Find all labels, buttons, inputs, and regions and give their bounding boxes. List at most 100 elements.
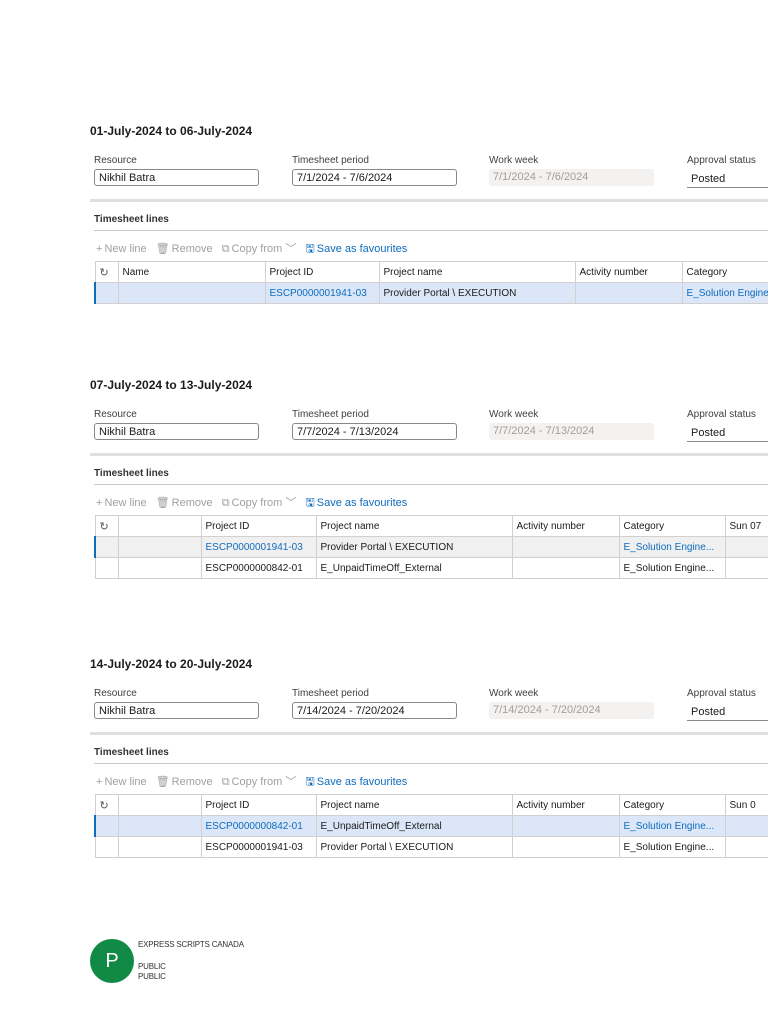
- column-header[interactable]: Activity number: [574, 261, 683, 283]
- table-row[interactable]: ESCP0000001941-03 Provider Portal \ EXEC…: [94, 836, 768, 858]
- refresh-icon[interactable]: ↻: [100, 800, 109, 812]
- row-selector[interactable]: [94, 557, 119, 579]
- refresh-icon[interactable]: ↻: [100, 267, 109, 279]
- timesheet-period-input[interactable]: 7/1/2024 - 7/6/2024: [292, 169, 457, 186]
- column-header[interactable]: Sun 0: [724, 794, 768, 816]
- column-header[interactable]: Project name: [315, 515, 513, 537]
- remove-button[interactable]: 🗑 Remove: [156, 242, 213, 255]
- new-line-button[interactable]: + New line: [96, 243, 147, 255]
- name-cell[interactable]: [117, 536, 202, 558]
- project-name-cell[interactable]: E_UnpaidTimeOff_External: [315, 815, 513, 837]
- remove-button[interactable]: 🗑 Remove: [156, 496, 213, 509]
- activity-number-cell[interactable]: [511, 836, 620, 858]
- save-as-favourites-button[interactable]: 🖫 Save as favourites: [305, 494, 407, 513]
- project-name-cell[interactable]: Provider Portal \ EXECUTION: [315, 536, 513, 558]
- timesheet-lines-title: Timesheet lines: [94, 468, 169, 479]
- table-row[interactable]: ESCP0000001941-03 Provider Portal \ EXEC…: [94, 536, 768, 558]
- column-header[interactable]: Project name: [378, 261, 576, 283]
- save-as-favourites-button[interactable]: 🖫 Save as favourites: [305, 773, 407, 792]
- project-id-cell[interactable]: ESCP0000001941-03: [200, 836, 317, 858]
- category-cell[interactable]: E_Solution Engine...: [618, 836, 726, 858]
- chevron-down-icon: ﹀: [285, 243, 297, 255]
- resource-label: Resource: [94, 409, 137, 420]
- timesheet-lines-grid: ↻ Project ID Project name Activity numbe…: [94, 794, 768, 858]
- row-selector[interactable]: [94, 815, 119, 837]
- column-header[interactable]: Project name: [315, 794, 513, 816]
- category-cell[interactable]: E_Solution Engine...: [681, 282, 768, 304]
- column-header[interactable]: Sun 07: [724, 515, 768, 537]
- category-cell[interactable]: E_Solution Engine...: [618, 536, 726, 558]
- approval-status-label: Approval status: [687, 409, 756, 420]
- copy-icon: ⧉: [221, 243, 230, 255]
- column-header[interactable]: Category: [618, 794, 726, 816]
- column-header[interactable]: Category: [618, 515, 726, 537]
- refresh-icon[interactable]: ↻: [100, 521, 109, 533]
- table-row[interactable]: ESCP0000001941-03 Provider Portal \ EXEC…: [94, 282, 768, 304]
- company-logo: P: [90, 939, 134, 983]
- name-cell[interactable]: [117, 557, 202, 579]
- grid-header-row: ↻ Project ID Project name Activity numbe…: [94, 515, 768, 537]
- copy-from-button[interactable]: ⧉ Copy from ﹀: [222, 773, 297, 789]
- timesheet-period-input[interactable]: 7/7/2024 - 7/13/2024: [292, 423, 457, 440]
- column-header[interactable]: Activity number: [511, 515, 620, 537]
- resource-label: Resource: [94, 155, 137, 166]
- resource-input[interactable]: Nikhil Batra: [94, 702, 259, 719]
- table-row[interactable]: ESCP0000000842-01 E_UnpaidTimeOff_Extern…: [94, 815, 768, 837]
- project-id-cell[interactable]: ESCP0000000842-01: [200, 815, 317, 837]
- work-week-input: 7/7/2024 - 7/13/2024: [489, 423, 654, 440]
- header-divider: [90, 453, 768, 456]
- copy-from-button[interactable]: ⧉ Copy from ﹀: [222, 494, 297, 510]
- day-cell[interactable]: [724, 536, 768, 558]
- timesheet-period-label: Timesheet period: [292, 409, 369, 420]
- name-cell[interactable]: [117, 815, 202, 837]
- refresh-column-header[interactable]: ↻: [94, 261, 119, 283]
- day-cell[interactable]: [724, 557, 768, 579]
- classification-label: PUBLIC: [138, 962, 166, 971]
- refresh-column-header[interactable]: ↻: [94, 794, 119, 816]
- category-cell[interactable]: E_Solution Engine...: [618, 815, 726, 837]
- category-cell[interactable]: E_Solution Engine...: [618, 557, 726, 579]
- column-header[interactable]: Project ID: [264, 261, 380, 283]
- row-selector[interactable]: [94, 536, 119, 558]
- column-header[interactable]: Project ID: [200, 515, 317, 537]
- new-line-button[interactable]: + New line: [96, 776, 147, 788]
- resource-input[interactable]: Nikhil Batra: [94, 423, 259, 440]
- project-name-cell[interactable]: Provider Portal \ EXECUTION: [315, 836, 513, 858]
- lines-rule: [94, 763, 768, 764]
- resource-input[interactable]: Nikhil Batra: [94, 169, 259, 186]
- project-id-cell[interactable]: ESCP0000000842-01: [200, 557, 317, 579]
- copy-icon: ⧉: [221, 497, 230, 509]
- copy-from-button[interactable]: ⧉ Copy from ﹀: [222, 240, 297, 256]
- project-name-cell[interactable]: E_UnpaidTimeOff_External: [315, 557, 513, 579]
- column-header[interactable]: Project ID: [200, 794, 317, 816]
- activity-number-cell[interactable]: [574, 282, 683, 304]
- work-week-input: 7/1/2024 - 7/6/2024: [489, 169, 654, 186]
- new-line-button[interactable]: + New line: [96, 497, 147, 509]
- refresh-column-header[interactable]: ↻: [94, 515, 119, 537]
- column-header[interactable]: [117, 515, 202, 537]
- row-selector[interactable]: [94, 836, 119, 858]
- activity-number-cell[interactable]: [511, 536, 620, 558]
- name-cell[interactable]: [117, 282, 266, 304]
- remove-button[interactable]: 🗑 Remove: [156, 775, 213, 788]
- column-header[interactable]: Category: [681, 261, 768, 283]
- header-divider: [90, 199, 768, 202]
- activity-number-cell[interactable]: [511, 557, 620, 579]
- name-cell[interactable]: [117, 836, 202, 858]
- project-id-cell[interactable]: ESCP0000001941-03: [264, 282, 380, 304]
- day-cell[interactable]: [724, 836, 768, 858]
- column-header[interactable]: Activity number: [511, 794, 620, 816]
- table-row[interactable]: ESCP0000000842-01 E_UnpaidTimeOff_Extern…: [94, 557, 768, 579]
- save-as-favourites-button[interactable]: 🖫 Save as favourites: [305, 240, 407, 259]
- day-cell[interactable]: [724, 815, 768, 837]
- activity-number-cell[interactable]: [511, 815, 620, 837]
- timesheet-period-input[interactable]: 7/14/2024 - 7/20/2024: [292, 702, 457, 719]
- timesheet-lines-title: Timesheet lines: [94, 747, 169, 758]
- week-title: 14-July-2024 to 20-July-2024: [90, 657, 253, 671]
- column-header[interactable]: Name: [117, 261, 266, 283]
- row-selector[interactable]: [94, 282, 119, 304]
- work-week-label: Work week: [489, 155, 539, 166]
- project-id-cell[interactable]: ESCP0000001941-03: [200, 536, 317, 558]
- project-name-cell[interactable]: Provider Portal \ EXECUTION: [378, 282, 576, 304]
- column-header[interactable]: [117, 794, 202, 816]
